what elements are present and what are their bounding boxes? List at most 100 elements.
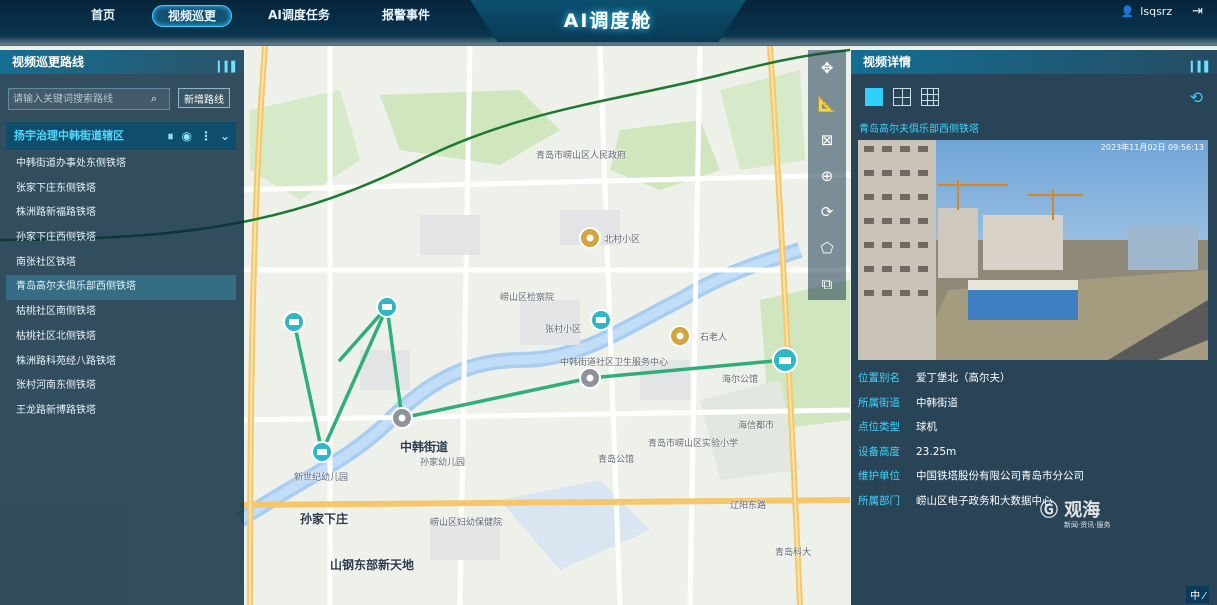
- panel-title: 视频详情: [863, 55, 912, 69]
- detail-key: 点位类型: [858, 421, 900, 433]
- user-icon: 👤: [1120, 4, 1135, 18]
- map-label: 青岛公馆: [598, 455, 635, 465]
- map-label: 海信都市: [738, 421, 775, 431]
- tower-item[interactable]: 中韩街道办事处东侧铁塔: [6, 152, 236, 177]
- tower-item[interactable]: 株洲路科苑经八路铁塔: [6, 350, 236, 375]
- video-timestamp: 2023年11月02日 09:56:13: [1100, 143, 1204, 152]
- tower-item[interactable]: 王龙路新博路铁塔: [6, 399, 236, 424]
- map-label: 中韩街道: [400, 440, 449, 454]
- map-label: 崂山区检察院: [500, 293, 555, 303]
- tower-item[interactable]: 南张社区铁塔: [6, 251, 236, 276]
- nav-alarm-events[interactable]: 报警事件: [368, 5, 444, 27]
- map-label: 北村小区: [604, 235, 641, 245]
- map-label: 中韩街道社区卫生服务中心: [560, 358, 669, 368]
- panel-header: 视频详情 ▎▍▌: [851, 50, 1217, 74]
- video-feed[interactable]: 2023年11月02日 09:56:13: [858, 140, 1208, 360]
- map-label: 海尔公馆: [722, 375, 759, 385]
- cluster-tool-icon[interactable]: ✥: [808, 50, 846, 86]
- map-label: 张村小区: [545, 325, 582, 335]
- add-route-button[interactable]: 新增路线: [178, 88, 230, 108]
- view-2x2-button[interactable]: [893, 88, 911, 106]
- tower-item[interactable]: 孙家下庄西侧铁塔: [6, 226, 236, 251]
- route-search-input[interactable]: [9, 89, 145, 109]
- app-title: AI调度舱: [470, 0, 746, 42]
- map-label: 崂山区妇幼保健院: [430, 518, 503, 528]
- detail-value: 球机: [916, 421, 937, 433]
- view-mode-switch: [865, 88, 939, 106]
- detail-key: 设备高度: [858, 445, 900, 458]
- nav-video-patrol[interactable]: 视频巡更: [152, 5, 232, 27]
- panel-title: 视频巡更路线: [12, 55, 85, 69]
- video-frame: [858, 140, 1208, 360]
- nav-home[interactable]: 首页: [76, 5, 130, 27]
- map-label: 青岛市崂山区实验小学: [648, 439, 739, 449]
- detail-row: 位置别名 爱丁堡北（高尔夫）: [858, 366, 1208, 391]
- nav-ai-dispatch[interactable]: AI调度任务: [256, 5, 342, 27]
- tower-item-selected[interactable]: 青岛高尔夫俱乐部西侧铁塔: [6, 275, 236, 301]
- camera-detail-list: 位置别名 爱丁堡北（高尔夫） 所属街道 中韩街道 点位类型 球机 设备高度 23…: [858, 366, 1208, 513]
- tower-item[interactable]: 张村河南东侧铁塔: [6, 374, 236, 399]
- view-1x1-button[interactable]: [865, 88, 883, 106]
- watermark-logo-icon: Ⓖ: [1040, 500, 1058, 521]
- detail-row: 点位类型 球机: [858, 415, 1208, 440]
- username[interactable]: lsqsrz: [1140, 5, 1172, 18]
- map-label: 新世纪幼儿园: [294, 473, 349, 483]
- search-box: ⌕: [8, 88, 170, 110]
- panel-header: 视频巡更路线 ▎▍▌: [0, 50, 244, 74]
- map-label: 辽阳东路: [730, 501, 767, 511]
- ruler-tool-icon[interactable]: 📐: [808, 86, 846, 122]
- tower-item[interactable]: 株洲路新福路铁塔: [6, 201, 236, 226]
- brand-watermark: Ⓖ 观海 新闻·资讯·服务: [1040, 496, 1110, 530]
- detail-value: 23.25m: [916, 445, 957, 458]
- user-area: 👤 lsqsrz ⇥: [1120, 4, 1203, 19]
- map-label: 青岛科大: [775, 548, 812, 558]
- map-tool-strip: ✥ 📐 ⊠ ⊕ ⟳ ⬠ ⧉: [808, 50, 846, 300]
- chevron-down-icon[interactable]: ⌄: [220, 122, 230, 150]
- route-controls: ⏸ ◉ ⋮ ⌄: [167, 122, 230, 150]
- polygon-tool-icon[interactable]: ⬠: [808, 230, 846, 266]
- detail-row: 维护单位 中国铁塔股份有限公司青岛市分公司: [858, 464, 1208, 489]
- detail-key: 位置别名: [858, 372, 900, 384]
- rotate-tool-icon[interactable]: ⟳: [808, 194, 846, 230]
- search-icon[interactable]: ⌕: [151, 92, 157, 106]
- tower-list: 中韩街道办事处东侧铁塔 张家下庄东侧铁塔 株洲路新福路铁塔 孙家下庄西侧铁塔 南…: [6, 152, 236, 424]
- area-tool-icon[interactable]: ⊠: [808, 122, 846, 158]
- detail-row: 所属部门 崂山区电子政务和大数据中心: [858, 489, 1208, 514]
- map-label: 山钢东部新天地: [330, 558, 415, 572]
- camera-title: 青岛高尔夫俱乐部西侧铁塔: [859, 124, 979, 135]
- detail-row: 所属街道 中韩街道: [858, 391, 1208, 416]
- detail-key: 所属街道: [858, 396, 900, 409]
- signal-bars-icon: ▎▍▌: [217, 62, 239, 73]
- pause-icon[interactable]: ⏸: [167, 122, 173, 150]
- detail-value: 中韩街道: [916, 396, 958, 409]
- refresh-icon[interactable]: ⟲: [1190, 88, 1203, 107]
- map-label: 青岛市崂山区人民政府: [536, 151, 627, 161]
- view-3x3-button[interactable]: [921, 88, 939, 106]
- signal-bars-icon: ▎▍▌: [1190, 62, 1212, 73]
- map-label: 孙家下庄: [300, 512, 349, 526]
- detail-key: 维护单位: [858, 470, 900, 482]
- tower-item[interactable]: 枯桃社区南侧铁塔: [6, 300, 236, 325]
- watermark-brand: 观海: [1064, 500, 1101, 521]
- layers-tool-icon[interactable]: ⧉: [808, 266, 846, 302]
- video-detail-panel: 视频详情 ▎▍▌ ⟲ 青岛高尔夫俱乐部西侧铁塔 2023年11月02日 09:5…: [851, 50, 1217, 605]
- map-label: 石老人: [700, 333, 728, 343]
- top-navigation-bar: 首页 视频巡更 AI调度任务 报警事件 AI调度舱 👤 lsqsrz ⇥: [0, 0, 1217, 46]
- detail-key: 所属部门: [858, 494, 900, 507]
- tower-item[interactable]: 枯桃社区北侧铁塔: [6, 325, 236, 350]
- detail-row: 设备高度 23.25m: [858, 440, 1208, 465]
- stop-icon[interactable]: ◉: [181, 122, 191, 150]
- route-search-row: ⌕ 新增路线: [8, 88, 230, 110]
- route-group-header[interactable]: 扬宇治理中韩街道辖区 ⏸ ◉ ⋮ ⌄: [6, 122, 236, 150]
- detail-value: 崂山区电子政务和大数据中心: [916, 494, 1053, 507]
- locate-tool-icon[interactable]: ⊕: [808, 158, 846, 194]
- detail-value: 中国铁塔股份有限公司青岛市分公司: [916, 470, 1084, 482]
- map-label: 孙家幼儿园: [420, 458, 466, 468]
- detail-value: 爱丁堡北（高尔夫）: [916, 372, 1011, 384]
- patrol-route-panel: 视频巡更路线 ▎▍▌ ⌕ 新增路线 扬宇治理中韩街道辖区 ⏸ ◉ ⋮ ⌄ 中韩街…: [0, 50, 244, 605]
- more-icon[interactable]: ⋮: [200, 122, 212, 150]
- watermark-sub: 新闻·资讯·服务: [1064, 521, 1111, 529]
- ime-indicator[interactable]: 中 ⁄: [1186, 586, 1209, 603]
- tower-item[interactable]: 张家下庄东侧铁塔: [6, 177, 236, 202]
- logout-icon[interactable]: ⇥: [1192, 4, 1203, 19]
